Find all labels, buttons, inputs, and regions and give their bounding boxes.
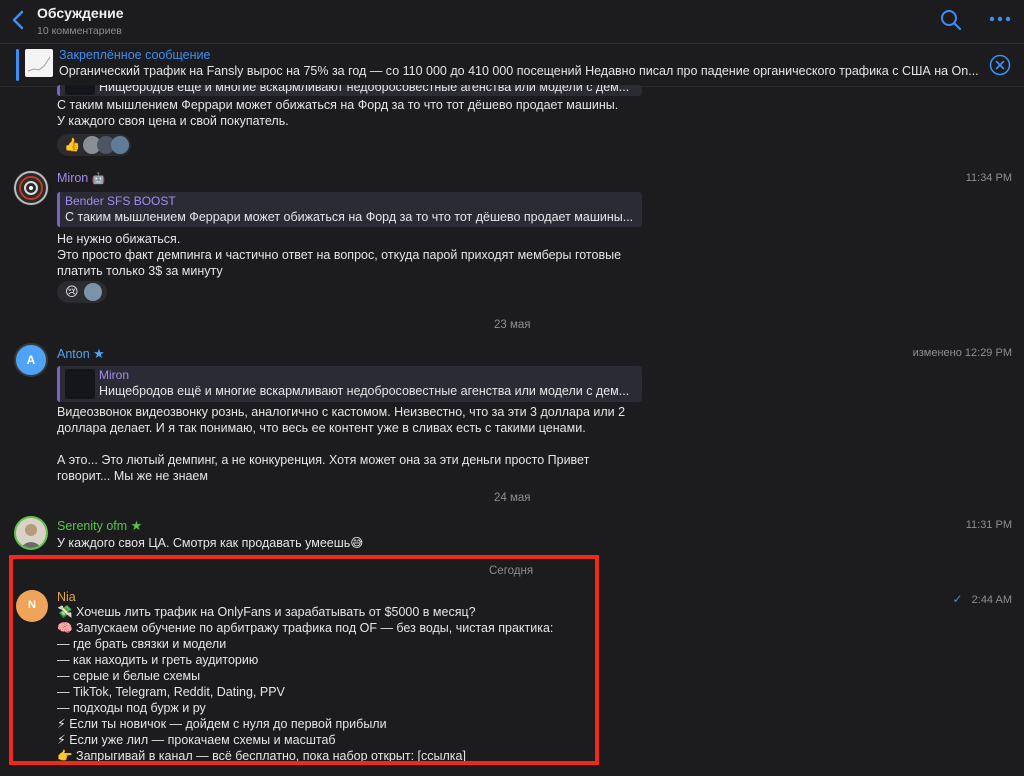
message-time: изменено 12:29 PM (912, 347, 1012, 359)
avatar[interactable]: A (14, 343, 48, 377)
message-text: Видеозвонок видеозвонку рознь, аналогичн… (57, 405, 626, 483)
quote-author: Bender SFS BOOST (65, 194, 176, 208)
pinned-title: Закреплённое сообщение (59, 48, 211, 62)
person-avatar-image (20, 524, 42, 548)
quote-author: Miron (99, 368, 130, 382)
back-button[interactable] (10, 9, 28, 31)
avatar-letter: A (26, 353, 36, 367)
reply-quote[interactable]: Bender SFS BOOST С таким мышлением Ферра… (57, 192, 642, 227)
reply-quote[interactable]: Нищебродов ещё и многие вскармливают нед… (57, 85, 642, 96)
reaction-chip[interactable]: 😢 (57, 281, 107, 303)
robot-icon: 🤖 (91, 173, 106, 185)
pinned-accent-bar (16, 49, 19, 81)
author-name[interactable]: Anton ★ (57, 346, 105, 362)
avatar[interactable] (14, 516, 48, 550)
quote-text: Нищебродов ещё и многие вскармливают нед… (99, 85, 630, 94)
author-name[interactable]: Nia (57, 590, 76, 604)
pinned-thumbnail (25, 49, 53, 77)
avatar[interactable]: N (16, 590, 48, 622)
quote-thumbnail (65, 369, 95, 399)
crying-face-icon: 😢 (65, 284, 79, 299)
message-time: 11:34 PM (965, 172, 1012, 184)
author-label: Anton (57, 347, 90, 361)
search-icon (941, 10, 962, 31)
message-text: У каждого своя ЦА. Смотря как продавать … (57, 536, 364, 550)
close-pinned-button[interactable] (989, 54, 1011, 76)
pinned-text: Органический трафик на Fansly вырос на 7… (59, 64, 979, 78)
star-icon: ★ (93, 346, 105, 361)
more-button[interactable] (988, 11, 1012, 27)
comment-count: 10 комментариев (37, 25, 122, 37)
quote-text: С таким мышлением Феррари может обижатьс… (65, 210, 634, 224)
message-text: Не нужно обижаться. Это просто факт демп… (57, 232, 622, 278)
close-circle-icon (989, 54, 1011, 76)
page-title: Обсуждение (37, 5, 124, 21)
author-name[interactable]: Serenity ofm ★ (57, 518, 142, 534)
avatar[interactable] (13, 170, 49, 206)
pinned-message-bar[interactable]: Закреплённое сообщение Органический траф… (0, 43, 1024, 87)
message-time: 2:44 AM (971, 594, 1012, 606)
message-time-row: ✓ 2:44 AM (953, 592, 1012, 606)
message-text: 💸 Хочешь лить трафик на OnlyFans и зараб… (57, 605, 554, 763)
date-separator: Сегодня (489, 565, 534, 577)
reaction-chip[interactable]: 👍 (57, 134, 131, 156)
star-icon: ★ (130, 518, 143, 533)
message-text: С таким мышлением Феррари может обижатьс… (57, 98, 619, 128)
author-label: Nia (57, 590, 76, 604)
avatar-letter: N (28, 599, 36, 611)
thumbs-up-icon: 👍 (64, 137, 81, 152)
sent-check-icon: ✓ (952, 592, 963, 606)
reactor-avatar (111, 136, 129, 154)
date-separator: 23 мая (494, 319, 531, 331)
quote-thumbnail (65, 85, 95, 95)
author-label: Miron (57, 171, 89, 185)
date-separator: 24 мая (494, 492, 531, 504)
message-time: 11:31 PM (965, 519, 1012, 531)
quote-text: Нищебродов ещё и многие вскармливают нед… (99, 384, 630, 398)
search-button[interactable] (940, 9, 962, 31)
header: Обсуждение 10 комментариев (0, 0, 1024, 42)
author-name[interactable]: Miron 🤖 (57, 171, 105, 185)
mandala-avatar-image (14, 171, 48, 205)
reactor-avatar (84, 283, 102, 301)
more-icon (989, 16, 1011, 22)
chevron-left-icon (12, 10, 24, 30)
author-label: Serenity ofm (57, 519, 128, 533)
reply-quote[interactable]: Miron Нищебродов ещё и многие вскармлива… (57, 366, 642, 402)
